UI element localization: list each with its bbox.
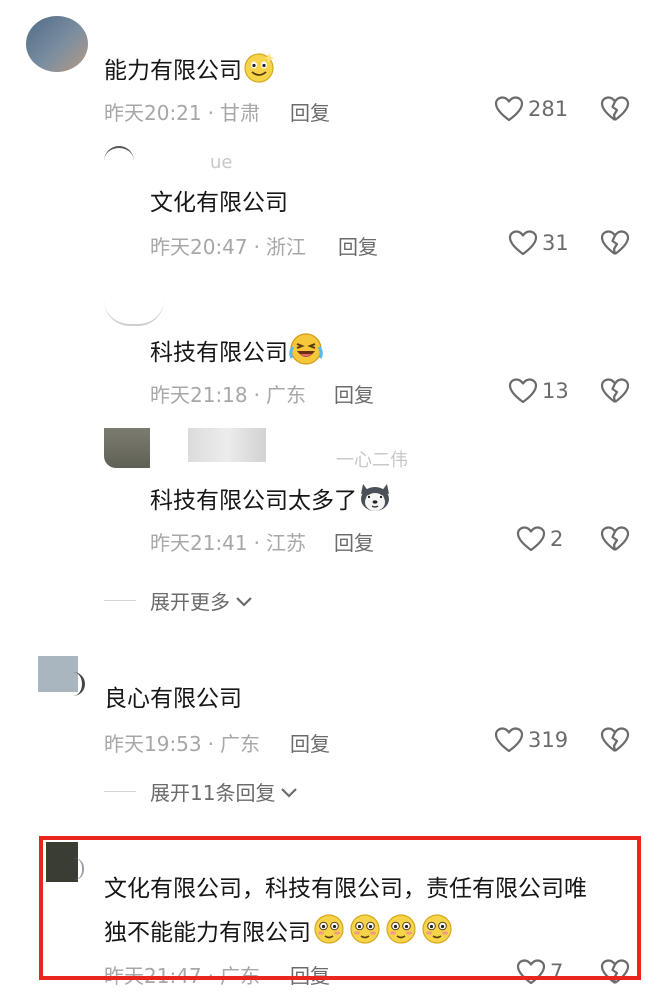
meta-separator: ·	[207, 101, 214, 125]
like-button[interactable]: 281	[494, 95, 568, 123]
comment-location: 甘肃	[220, 101, 260, 125]
comment-location: 浙江	[266, 235, 306, 259]
highlight-box	[39, 836, 641, 980]
reply-button[interactable]: 回复	[334, 379, 374, 408]
comment-time: 昨天21:41	[150, 531, 248, 555]
like-button[interactable]: 319	[494, 726, 568, 754]
like-count: 281	[528, 97, 569, 121]
comment-meta: 昨天20:47 · 浙江	[150, 231, 306, 260]
dislike-button[interactable]	[600, 726, 630, 758]
meta-separator: ·	[253, 235, 260, 259]
broken-heart-icon	[600, 96, 630, 121]
comment-text: 良心有限公司	[104, 686, 242, 712]
dog-emoji	[357, 480, 393, 524]
heart-icon	[494, 96, 524, 122]
comment-meta: 昨天21:41 · 江苏	[150, 527, 306, 556]
broken-heart-icon	[600, 526, 630, 551]
chevron-down-icon	[281, 787, 298, 798]
dislike-button[interactable]	[600, 377, 630, 409]
like-button[interactable]: 2	[516, 525, 563, 553]
dislike-button[interactable]	[600, 95, 630, 127]
comment-meta: 昨天20:21 · 甘肃	[104, 97, 260, 126]
comment-location: 江苏	[266, 531, 306, 555]
comment-time: 昨天21:18	[150, 383, 248, 407]
comment-meta: 昨天19:53 · 广东	[104, 728, 260, 757]
smile-emoji	[242, 50, 276, 94]
avatar[interactable]	[104, 146, 134, 162]
meta-separator: ·	[253, 531, 260, 555]
avatar[interactable]	[104, 428, 150, 468]
comment-location: 广东	[266, 383, 306, 407]
dislike-button[interactable]	[600, 525, 630, 557]
like-button[interactable]: 31	[508, 229, 569, 257]
chevron-down-icon	[236, 596, 252, 607]
username-fragment: ue	[210, 152, 233, 173]
meta-separator: ·	[253, 383, 260, 407]
like-count: 319	[528, 728, 569, 752]
comment-time: 昨天20:47	[150, 235, 248, 259]
reply-button[interactable]: 回复	[290, 728, 330, 757]
expand-more-button[interactable]: 展开更多	[104, 586, 254, 615]
meta-separator: ·	[207, 732, 214, 756]
expand-replies-label: 展开11条回复	[150, 781, 276, 805]
comment-text-content: 科技有限公司	[150, 340, 288, 366]
expand-more-label: 展开更多	[150, 590, 230, 614]
broken-heart-icon	[600, 230, 630, 255]
divider-line	[104, 791, 136, 792]
comment-time: 昨天19:53	[104, 732, 202, 756]
like-count: 31	[542, 231, 569, 255]
like-button[interactable]: 13	[508, 377, 569, 405]
comment-text: 能力有限公司	[104, 50, 276, 94]
comment-location: 广东	[220, 732, 260, 756]
divider-line	[104, 600, 136, 601]
username-blur	[188, 428, 266, 462]
heart-icon	[508, 230, 538, 256]
avatar[interactable]	[104, 300, 164, 326]
comment-meta: 昨天21:18 · 广东	[150, 379, 306, 408]
dislike-button[interactable]	[600, 229, 630, 261]
heart-icon	[494, 727, 524, 753]
avatar[interactable]	[26, 16, 88, 72]
laughing-emoji	[288, 332, 324, 376]
reply-button[interactable]: 回复	[334, 527, 374, 556]
comment-text: 科技有限公司太多了	[150, 480, 393, 524]
broken-heart-icon	[600, 378, 630, 403]
like-count: 2	[550, 527, 564, 551]
expand-replies-button[interactable]: 展开11条回复	[104, 777, 299, 806]
username-fragment: 一心二伟	[336, 450, 408, 471]
like-count: 13	[542, 379, 569, 403]
comment-text-content: 科技有限公司太多了	[150, 488, 357, 514]
comment-text: 科技有限公司	[150, 332, 324, 376]
heart-icon	[508, 378, 538, 404]
broken-heart-icon	[600, 727, 630, 752]
comment-text-content: 能力有限公司	[104, 58, 242, 84]
reply-button[interactable]: 回复	[290, 97, 330, 126]
comment-text: 文化有限公司	[150, 190, 288, 216]
comment-time: 昨天20:21	[104, 101, 202, 125]
reply-button[interactable]: 回复	[338, 231, 378, 260]
avatar-edge	[72, 672, 85, 696]
heart-icon	[516, 526, 546, 552]
